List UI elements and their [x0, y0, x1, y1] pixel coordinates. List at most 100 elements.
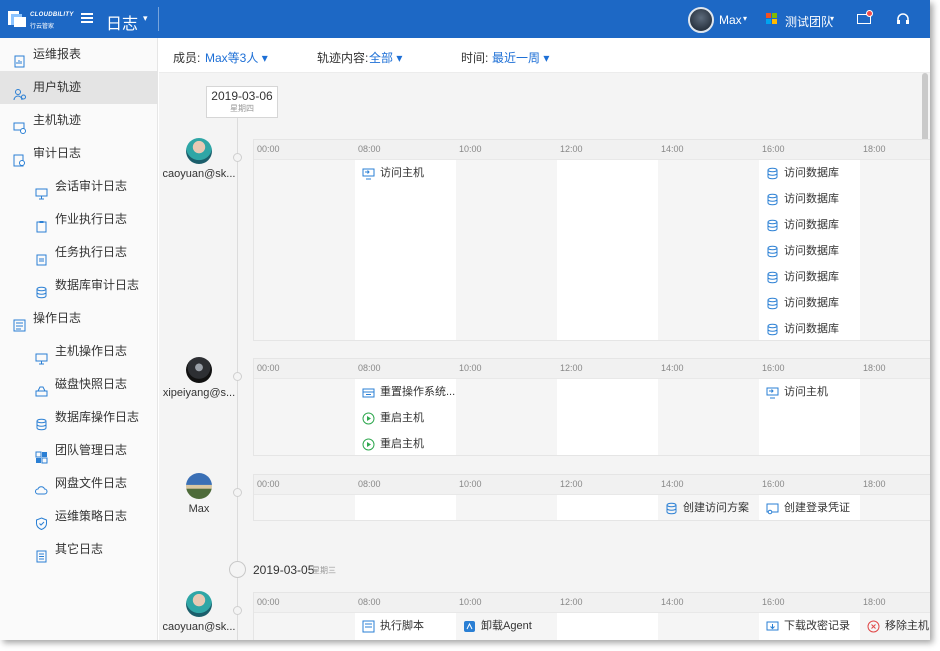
- time-column: [254, 613, 355, 640]
- logo-mark-icon: [8, 11, 26, 27]
- avatar: [186, 473, 212, 499]
- event-label: 访问数据库: [784, 271, 839, 283]
- time-column: [456, 495, 557, 520]
- activity-timeline: 00:00 08:00 10:00 12:00 14:00 16:00 18:00 重置操作系…: [253, 358, 930, 456]
- member[interactable]: xipeiyang@s...: [159, 357, 239, 399]
- audit-icon: [13, 147, 26, 167]
- access-host-icon: [766, 386, 779, 399]
- member-filter-label: 成员:: [173, 51, 201, 65]
- event-label: 创建访问方案: [683, 502, 749, 514]
- time-column: [658, 160, 759, 340]
- time-tick: 14:00: [661, 597, 684, 607]
- sidebar-item[interactable]: 其它日志: [0, 533, 158, 566]
- event-label: 移除主机: [885, 620, 929, 632]
- access-db-icon: [766, 323, 779, 336]
- sidebar-item[interactable]: 数据库审计日志: [0, 269, 158, 302]
- headset-icon[interactable]: [896, 12, 910, 26]
- sidebar-item[interactable]: 运维报表: [0, 38, 158, 71]
- team-switch-icon[interactable]: [766, 13, 778, 25]
- sidebar-item-label: 任务执行日志: [55, 245, 128, 259]
- time-tick: 12:00: [560, 363, 583, 373]
- time-tick: 12:00: [560, 144, 583, 154]
- time-tick: 10:00: [459, 144, 482, 154]
- sidebar-item[interactable]: 主机操作日志: [0, 335, 158, 368]
- sidebar-item[interactable]: 操作日志: [0, 302, 158, 335]
- user-name[interactable]: Max: [719, 13, 742, 27]
- sidebar-item-label: 网盘文件日志: [55, 476, 128, 490]
- sidebar-item-label: 数据库审计日志: [55, 278, 140, 292]
- sidebar-item[interactable]: 审计日志: [0, 137, 158, 170]
- sidebar-item[interactable]: 团队管理日志: [0, 434, 158, 467]
- team-name[interactable]: 测试团队: [785, 13, 833, 30]
- sidebar-item[interactable]: 网盘文件日志: [0, 467, 158, 500]
- time-column: [456, 160, 557, 340]
- member-name: caoyuan@sk...: [162, 168, 236, 180]
- operation-log-icon: [13, 312, 26, 332]
- member-name: caoyuan@sk...: [162, 621, 236, 633]
- sidebar-item-label: 团队管理日志: [55, 443, 128, 457]
- time-filter-dropdown[interactable]: 最近一周 ▾: [492, 49, 549, 66]
- remove-icon: [867, 620, 880, 633]
- time-axis: 00:00 08:00 10:00 12:00 14:00 16:00 18:00: [254, 475, 930, 495]
- notification-dot: [866, 10, 873, 17]
- event-label: 重启主机: [380, 412, 424, 424]
- sidebar-item-label: 用户轨迹: [33, 80, 82, 94]
- member[interactable]: caoyuan@sk...: [159, 138, 239, 180]
- member[interactable]: caoyuan@sk...: [159, 591, 239, 633]
- time-column: [860, 160, 930, 340]
- sidebar-item[interactable]: 运维策略日志: [0, 500, 158, 533]
- content-filter-label: 轨迹内容:: [317, 51, 369, 65]
- time-column: [860, 379, 930, 455]
- sidebar-item[interactable]: 任务执行日志: [0, 236, 158, 269]
- sidebar-item[interactable]: 用户轨迹: [0, 71, 158, 104]
- content-filter-dropdown[interactable]: 全部 ▾: [369, 49, 402, 66]
- avatar: [186, 357, 212, 383]
- time-tick: 08:00: [358, 363, 381, 373]
- access-db-icon: [766, 167, 779, 180]
- sidebar-item-label: 审计日志: [33, 146, 82, 160]
- time-tick: 10:00: [459, 479, 482, 489]
- time-tick: 14:00: [661, 479, 684, 489]
- member-filter-dropdown[interactable]: Max等3人 ▾: [205, 49, 268, 66]
- chevron-down-icon[interactable]: ▾: [143, 13, 148, 24]
- report-icon: [13, 48, 26, 68]
- sidebar-item-label: 磁盘快照日志: [55, 377, 128, 391]
- agent-icon: [463, 620, 476, 633]
- member[interactable]: Max: [159, 473, 239, 515]
- cloud-icon: [35, 477, 48, 495]
- event-label: 下载改密记录: [784, 620, 850, 632]
- time-tick: 14:00: [661, 144, 684, 154]
- user-track-icon: [13, 81, 26, 101]
- sidebar-item[interactable]: 数据库操作日志: [0, 401, 158, 434]
- time-tick: 18:00: [863, 479, 886, 489]
- key-doc-icon: [766, 502, 779, 515]
- event-label: 访问数据库: [784, 245, 839, 257]
- access-db-icon: [766, 245, 779, 258]
- restart-icon: [362, 412, 375, 425]
- chevron-down-icon[interactable]: ▾: [743, 14, 747, 23]
- avatar[interactable]: [688, 7, 714, 33]
- time-tick: 18:00: [863, 363, 886, 373]
- menu-toggle-icon[interactable]: [81, 13, 93, 23]
- sidebar-item[interactable]: 会话审计日志: [0, 170, 158, 203]
- database-icon: [35, 279, 48, 299]
- time-tick: 10:00: [459, 363, 482, 373]
- sidebar-item[interactable]: 作业执行日志: [0, 203, 158, 236]
- time-column: [254, 379, 355, 455]
- sidebar-item[interactable]: 磁盘快照日志: [0, 368, 158, 401]
- event-label: 访问主机: [784, 386, 828, 398]
- script-icon: [362, 620, 375, 633]
- sidebar-item[interactable]: 主机轨迹: [0, 104, 158, 137]
- time-tick: 08:00: [358, 479, 381, 489]
- activity-timeline: 00:00 08:00 10:00 12:00 14:00 16:00 18:00 创建访问方…: [253, 474, 930, 521]
- clipboard-icon: [35, 213, 48, 233]
- time-tick: 00:00: [257, 363, 280, 373]
- time-tick: 14:00: [661, 363, 684, 373]
- app-title[interactable]: 日志: [106, 10, 138, 34]
- logo[interactable]: CLOUDBILITY 行云管家: [8, 9, 78, 30]
- event-label: 重置操作系统...: [380, 386, 456, 398]
- chevron-down-icon[interactable]: ▾: [830, 14, 834, 23]
- weekday-label: 星期三: [312, 566, 336, 575]
- database-icon: [35, 411, 48, 431]
- team-icon: [35, 444, 48, 464]
